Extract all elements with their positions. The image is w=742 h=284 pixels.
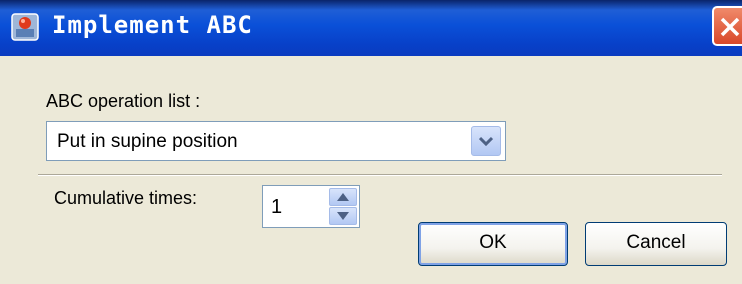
dropdown-button[interactable] <box>471 126 501 156</box>
cumulative-times-label: Cumulative times: <box>54 188 198 208</box>
arrow-up-icon <box>337 193 349 201</box>
close-button[interactable] <box>712 6 742 46</box>
operation-dropdown[interactable]: Put in supine position <box>46 121 506 161</box>
spin-down-button[interactable] <box>329 207 357 225</box>
close-icon <box>720 17 740 37</box>
chevron-down-icon <box>479 136 493 146</box>
cumulative-times-value[interactable]: 1 <box>271 196 282 219</box>
dialog-window: Implement ABC ABC operation list : Put i… <box>0 0 742 284</box>
spin-up-button[interactable] <box>329 188 357 206</box>
window-title: Implement ABC <box>52 11 253 39</box>
operation-selected-value: Put in supine position <box>57 131 238 152</box>
arrow-down-icon <box>337 212 349 220</box>
separator <box>38 174 722 176</box>
title-bar[interactable]: Implement ABC <box>0 0 742 56</box>
ok-button[interactable]: OK <box>418 222 568 266</box>
cancel-button[interactable]: Cancel <box>585 222 727 266</box>
cumulative-times-spinner[interactable]: 1 <box>262 185 360 228</box>
operation-list-label: ABC operation list : <box>46 91 201 111</box>
app-icon <box>10 12 40 42</box>
